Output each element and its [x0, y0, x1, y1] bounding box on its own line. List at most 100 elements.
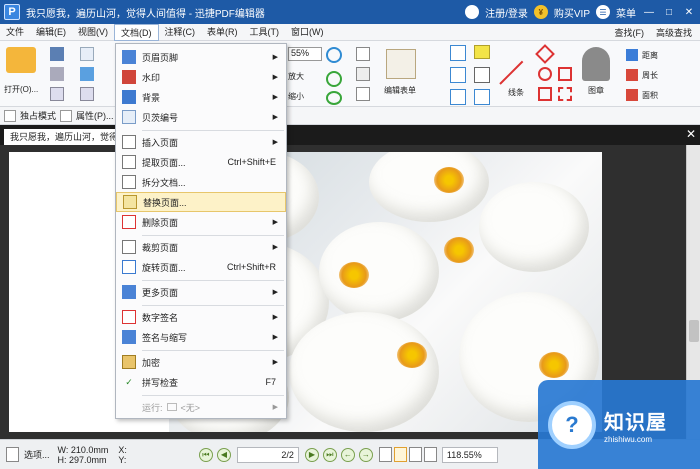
menu-item-more-pages[interactable]: 更多页面 ▶ — [116, 282, 286, 302]
next-page-icon[interactable]: ▶ — [304, 447, 319, 462]
attach-icon[interactable] — [474, 67, 490, 83]
rectangle-icon[interactable] — [538, 87, 552, 101]
tab-close-icon[interactable]: ✕ — [686, 127, 696, 141]
area-icon[interactable] — [626, 89, 638, 101]
continuous-facing-icon[interactable] — [423, 447, 437, 462]
document-tab[interactable]: 我只愿我，遍历山河，觉得人 — [4, 129, 134, 145]
login-link[interactable]: 注册/登录 — [485, 5, 528, 20]
save-icon[interactable] — [50, 47, 64, 61]
doc-icon[interactable] — [80, 47, 94, 61]
stamp-button[interactable]: 图章 — [588, 85, 604, 96]
continuous-page-icon[interactable] — [393, 447, 407, 462]
menu-tools[interactable]: 工具(T) — [244, 24, 286, 41]
prev-page-icon[interactable]: ◀ — [216, 447, 231, 462]
document-menu-dropdown: 页眉页脚 ▶ 水印 ▶ 背景 ▶ 贝茨编号 ▶ 插入页面 ▶ 提取页面... C… — [115, 43, 287, 419]
stamp-icon[interactable] — [582, 47, 610, 81]
page-number-input[interactable]: 2/2 — [236, 446, 299, 463]
note-icon[interactable] — [474, 45, 490, 59]
submenu-arrow-icon: ▶ — [272, 219, 278, 226]
open-folder-icon[interactable] — [6, 47, 36, 73]
minimize-button[interactable]: — — [642, 7, 656, 18]
menu-item-background[interactable]: 背景 ▶ — [116, 87, 286, 107]
zoom-in-icon[interactable] — [326, 47, 342, 63]
properties-button[interactable]: 属性(P)... — [76, 109, 114, 122]
zoom-select[interactable]: 55% — [288, 47, 322, 61]
menu-item-extract-page[interactable]: 提取页面... Ctrl+Shift+E — [116, 152, 286, 172]
menu-item-delete-page[interactable]: 删除页面 ▶ — [116, 212, 286, 232]
menu-view[interactable]: 视图(V) — [72, 24, 114, 41]
forward-icon[interactable]: → — [358, 447, 373, 462]
menu-item-digital-sign[interactable]: 数字签名 ▶ — [116, 307, 286, 327]
menu-item-bates[interactable]: 贝茨编号 ▶ — [116, 107, 286, 127]
line-button[interactable]: 线条 — [508, 87, 524, 98]
menu-link[interactable]: 菜单 — [616, 5, 636, 20]
menu-item-split-doc[interactable]: 拆分文档... — [116, 172, 286, 192]
last-page-icon[interactable]: ⏭ — [322, 447, 337, 462]
menu-icon[interactable]: ☰ — [596, 5, 610, 19]
zoom-select[interactable]: 118.55% — [441, 446, 498, 463]
pdf-page[interactable] — [9, 152, 602, 432]
close-button[interactable]: ✕ — [682, 7, 696, 18]
menu-item-spell-check[interactable]: ✓ 拼写检查 F7 — [116, 372, 286, 392]
edit-form-icon[interactable] — [386, 49, 416, 79]
menu-comment[interactable]: 注释(C) — [159, 24, 202, 41]
typewriter-icon[interactable] — [450, 89, 466, 105]
menu-item-sign-initial[interactable]: 签名与缩写 ▶ — [116, 327, 286, 347]
find-button[interactable]: 查找(F) — [614, 26, 644, 39]
text-box-icon[interactable] — [450, 45, 466, 61]
menu-item-crop-page[interactable]: 裁剪页面 ▶ — [116, 237, 286, 257]
distance-button[interactable]: 距离 — [642, 50, 658, 61]
single-mode-button[interactable]: 独占模式 — [20, 109, 56, 122]
rotate-right-icon[interactable] — [326, 71, 342, 87]
edit-form-button[interactable]: 编辑表单 — [384, 85, 416, 96]
vip-coin-icon[interactable]: ¥ — [533, 5, 548, 19]
single-page-icon[interactable] — [378, 447, 392, 462]
menu-item-header-footer[interactable]: 页眉页脚 ▶ — [116, 47, 286, 67]
options-icon[interactable] — [6, 447, 19, 462]
menu-edit[interactable]: 编辑(E) — [30, 24, 72, 41]
scrollbar-thumb[interactable] — [689, 320, 699, 342]
arrow-icon[interactable] — [535, 44, 555, 64]
polygon-icon[interactable] — [558, 67, 572, 81]
print-icon[interactable] — [50, 67, 64, 81]
advanced-find-button[interactable]: 高级查找 — [656, 26, 692, 39]
menu-window[interactable]: 窗口(W) — [285, 24, 330, 41]
user-icon[interactable] — [465, 5, 480, 19]
menu-item-label: 替换页面... — [143, 197, 187, 208]
back-icon[interactable]: ← — [340, 447, 355, 462]
menu-file[interactable]: 文件 — [0, 24, 30, 41]
options-button[interactable]: 选项... — [24, 448, 50, 461]
area-button[interactable]: 面积 — [642, 90, 658, 101]
menu-item-watermark[interactable]: 水印 ▶ — [116, 67, 286, 87]
buy-vip-link[interactable]: 购买VIP — [554, 5, 590, 20]
page-icon[interactable] — [50, 87, 64, 101]
menu-item-insert-page[interactable]: 插入页面 ▶ — [116, 132, 286, 152]
zoom-out-button[interactable]: 缩小 — [288, 91, 304, 102]
line-icon[interactable] — [499, 60, 524, 85]
form-icon[interactable] — [356, 87, 370, 101]
menu-item-rotate-page[interactable]: 旋转页面... Ctrl+Shift+R — [116, 257, 286, 277]
menu-item-replace-page[interactable]: 替换页面... — [116, 192, 286, 212]
copy-icon[interactable] — [80, 87, 94, 101]
facing-page-icon[interactable] — [408, 447, 422, 462]
menu-form[interactable]: 表单(R) — [201, 24, 244, 41]
perimeter-button[interactable]: 周长 — [642, 70, 658, 81]
cloud-shape-icon[interactable] — [558, 87, 572, 101]
first-page-icon[interactable]: ⏮ — [198, 447, 213, 462]
rotate-left-icon[interactable] — [326, 91, 342, 105]
cloud-icon[interactable] — [80, 67, 94, 81]
single-mode-icon[interactable] — [4, 109, 16, 122]
edit-icon[interactable] — [356, 67, 370, 81]
select-icon[interactable] — [356, 47, 370, 61]
ellipse-icon[interactable] — [538, 67, 552, 81]
open-button[interactable]: 打开(O)... — [4, 84, 38, 95]
strikeout-icon[interactable] — [450, 67, 466, 83]
properties-icon[interactable] — [60, 109, 73, 122]
maximize-button[interactable]: □ — [662, 7, 676, 18]
perimeter-icon[interactable] — [626, 69, 638, 81]
menu-item-encrypt[interactable]: 加密 ▶ — [116, 352, 286, 372]
distance-icon[interactable] — [626, 49, 638, 61]
menu-document[interactable]: 文档(D) — [114, 23, 159, 41]
zoom-in-button[interactable]: 放大 — [288, 71, 304, 82]
sound-icon[interactable] — [474, 89, 490, 105]
